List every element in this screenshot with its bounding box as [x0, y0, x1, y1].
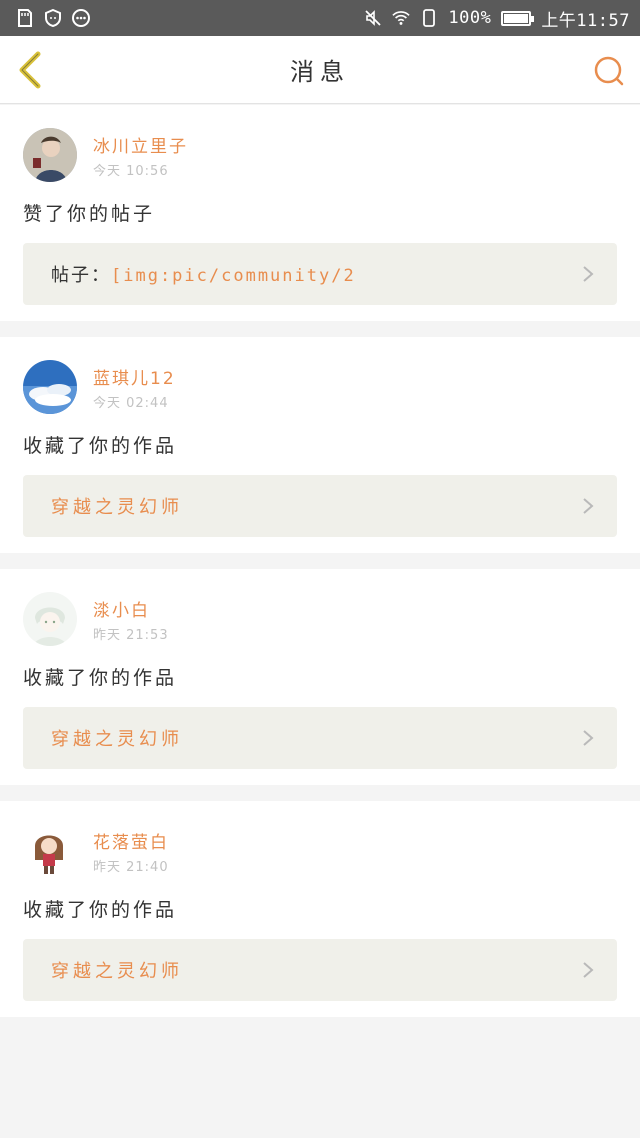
battery-icon [501, 10, 535, 26]
message-card: 蓝琪儿12 今天 02:44 收藏了你的作品 穿越之灵幻师 [0, 337, 640, 553]
username[interactable]: 渁小白 [93, 596, 169, 621]
action-text: 收藏了你的作品 [23, 667, 178, 689]
nav-bar: 消息 [0, 36, 640, 104]
chevron-right-icon [583, 962, 594, 978]
work-reference[interactable]: 穿越之灵幻师 [23, 939, 617, 1001]
work-reference[interactable]: 穿越之灵幻师 [23, 707, 617, 769]
message-card: 冰川立里子 今天 10:56 赞了你的帖子 帖子：[img:pic/commun… [0, 105, 640, 321]
ref-title: 穿越之灵幻师 [51, 961, 183, 982]
ref-title: 穿越之灵幻师 [51, 497, 183, 518]
message-header: 渁小白 昨天 21:53 [23, 591, 617, 647]
message-card: 渁小白 昨天 21:53 收藏了你的作品 穿越之灵幻师 [0, 569, 640, 785]
action-text: 收藏了你的作品 [23, 435, 178, 457]
timestamp: 今天 02:44 [93, 395, 169, 411]
back-button[interactable] [14, 50, 50, 90]
timestamp: 昨天 21:40 [93, 859, 169, 875]
clock: 上午11:57 [541, 10, 630, 31]
ref-title: 穿越之灵幻师 [51, 729, 183, 750]
chevron-right-icon [583, 498, 594, 514]
wifi-icon [392, 9, 411, 27]
ref-prefix: 帖子： [51, 265, 111, 286]
avatar[interactable] [23, 824, 77, 878]
battery-percent: 100% [448, 8, 492, 28]
timestamp: 今天 10:56 [93, 163, 169, 179]
message-header: 蓝琪儿12 今天 02:44 [23, 359, 617, 415]
chevron-right-icon [583, 266, 594, 282]
action-text: 赞了你的帖子 [23, 203, 156, 225]
shield-icon [44, 9, 62, 27]
more-dots-icon [72, 9, 90, 27]
search-icon [594, 56, 624, 86]
username[interactable]: 花落萤白 [93, 828, 169, 853]
avatar[interactable] [23, 360, 77, 414]
status-bar: 100% 上午11:57 [0, 0, 640, 36]
ref-link: [img:pic/community/2 [111, 266, 356, 286]
chevron-right-icon [583, 730, 594, 746]
message-list: 冰川立里子 今天 10:56 赞了你的帖子 帖子：[img:pic/commun… [0, 105, 640, 1033]
message-header: 冰川立里子 今天 10:56 [23, 127, 617, 183]
mute-icon [364, 9, 382, 27]
timestamp: 昨天 21:53 [93, 627, 169, 643]
action-text: 收藏了你的作品 [23, 899, 178, 921]
avatar[interactable] [23, 592, 77, 646]
post-reference[interactable]: 帖子：[img:pic/community/2 [23, 243, 617, 305]
avatar[interactable] [23, 128, 77, 182]
page-title: 消息 [290, 58, 350, 86]
work-reference[interactable]: 穿越之灵幻师 [23, 475, 617, 537]
search-button[interactable] [592, 54, 626, 88]
sd-card-icon [16, 9, 34, 27]
chevron-left-icon [19, 51, 41, 89]
sim-icon [420, 9, 438, 27]
message-card: 花落萤白 昨天 21:40 收藏了你的作品 穿越之灵幻师 [0, 801, 640, 1017]
message-header: 花落萤白 昨天 21:40 [23, 823, 617, 879]
username[interactable]: 蓝琪儿12 [93, 364, 176, 389]
username[interactable]: 冰川立里子 [93, 132, 188, 157]
